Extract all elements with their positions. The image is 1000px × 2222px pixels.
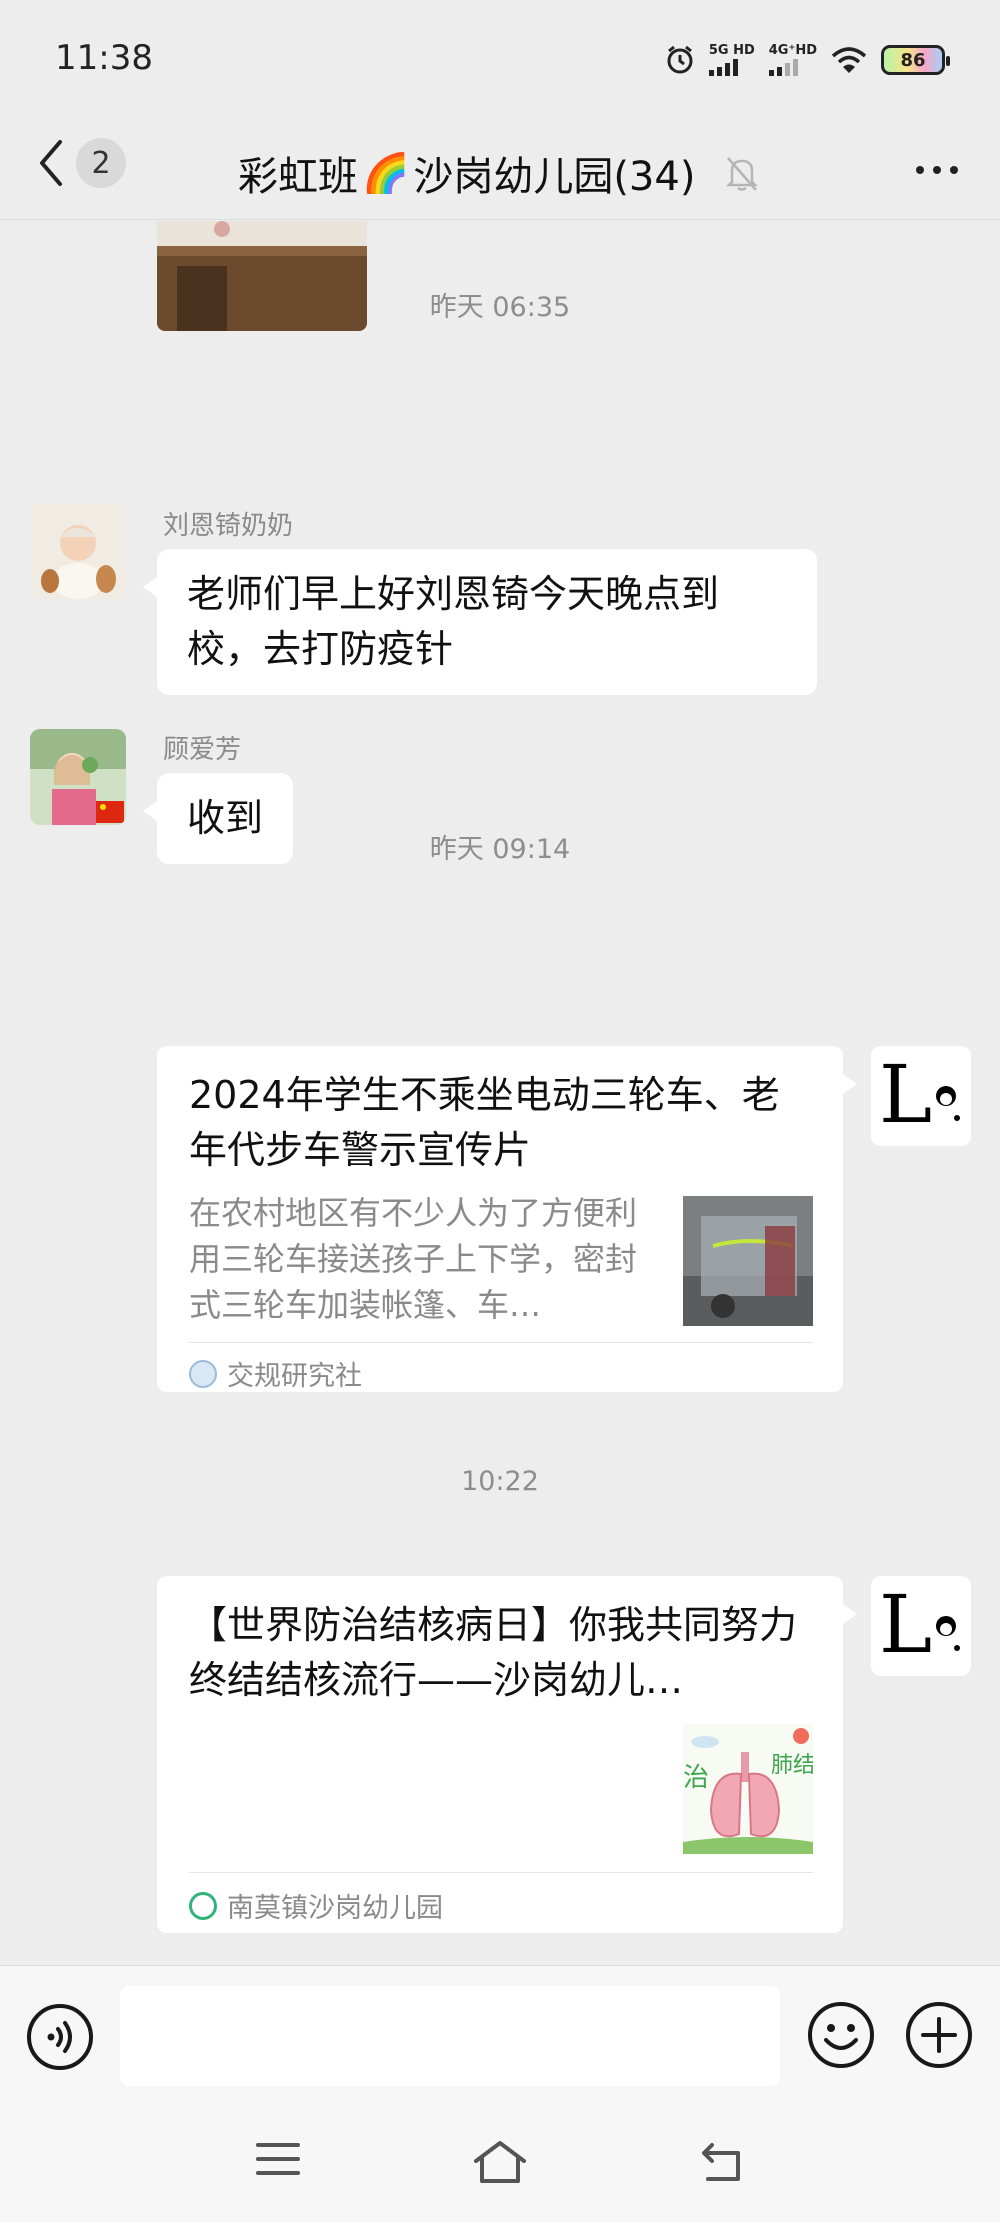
- article-title: 2024年学生不乘坐电动三轮车、老年代步车警示宣传片: [189, 1073, 780, 1172]
- rainbow-emoji: 🌈: [362, 150, 410, 195]
- more-icon[interactable]: [912, 150, 962, 190]
- message-input[interactable]: [120, 1986, 780, 2086]
- unread-count-badge: 2: [76, 138, 126, 188]
- shared-article-card[interactable]: 2024年学生不乘坐电动三轮车、老年代步车警示宣传片 在农村地区有不少人为了方便…: [157, 1046, 857, 1393]
- back-nav-icon[interactable]: [698, 2139, 746, 2183]
- article-thumbnail: 治 肺结: [683, 1724, 813, 1854]
- self-avatar[interactable]: L: [871, 1576, 971, 1676]
- girl-sticker-icon: [936, 1616, 960, 1651]
- input-bar: [0, 1965, 1000, 2105]
- message-bubble[interactable]: 老师们早上好刘恩锜今天晚点到校，去打防疫针: [143, 549, 817, 695]
- chat-title-school: 沙岗幼儿园(34): [413, 154, 696, 200]
- alarm-icon: [667, 45, 693, 74]
- status-bar: 11:38 5G HD 4G⁺HD 86: [0, 0, 1000, 120]
- back-button[interactable]: 2: [36, 138, 126, 188]
- chat-title[interactable]: 彩虹班 🌈 沙岗幼儿园(34): [238, 144, 695, 202]
- home-icon[interactable]: [472, 2139, 528, 2185]
- sim2-network-label: 4G⁺HD: [768, 43, 817, 58]
- article-description: 在农村地区有不少人为了方便利用三轮车接送孩子上下学，密封式三轮车加装帐篷、车…: [189, 1194, 638, 1324]
- chat-title-class: 彩虹班: [238, 154, 358, 200]
- emoji-icon[interactable]: [806, 2000, 876, 2070]
- battery-icon: 86: [881, 45, 950, 75]
- self-avatar-letter: L: [879, 1578, 933, 1671]
- card-divider: [189, 1342, 813, 1343]
- thumbnail-text-right: 肺结: [771, 1753, 813, 1778]
- system-navigation-bar: [0, 2105, 1000, 2222]
- timestamp-separator: 昨天 06:35: [429, 292, 571, 323]
- back-icon: [40, 140, 62, 186]
- account-logo-icon: [189, 1359, 217, 1388]
- message-list[interactable]: 昨天 06:35 刘恩锜奶奶 老师们早上好刘恩锜今天晚点到校，去打防疫针 顾爱芳…: [0, 221, 1000, 1965]
- account-logo-icon: [189, 1891, 217, 1920]
- voice-icon[interactable]: [25, 2002, 95, 2072]
- source-name: 交规研究社: [227, 1361, 362, 1392]
- menu-icon[interactable]: [255, 2139, 301, 2179]
- mute-icon: [725, 157, 759, 191]
- battery-level: 86: [900, 49, 926, 71]
- sender-name: 刘恩锜奶奶: [163, 511, 294, 541]
- chat-header: 2 彩虹班 🌈 沙岗幼儿园(34): [0, 120, 1000, 220]
- article-source: 南莫镇沙岗幼儿园: [189, 1886, 443, 1925]
- status-time: 11:38: [55, 38, 153, 78]
- avatar[interactable]: [30, 503, 126, 599]
- avatar[interactable]: [30, 729, 126, 825]
- wifi-icon: [831, 47, 867, 73]
- timestamp-separator: 昨天 09:14: [429, 834, 571, 865]
- sender-name: 顾爱芳: [163, 735, 242, 765]
- girl-sticker-icon: [936, 1086, 960, 1121]
- signal-icon-sim2: 4G⁺HD: [768, 43, 817, 76]
- self-avatar-letter: L: [879, 1048, 933, 1141]
- source-name: 南莫镇沙岗幼儿园: [227, 1893, 443, 1924]
- thumbnail-text-left: 治: [683, 1763, 709, 1793]
- timestamp-separator: 10:22: [461, 1466, 539, 1497]
- article-source: 交规研究社: [189, 1354, 362, 1393]
- article-thumbnail: [683, 1196, 813, 1326]
- sim1-network-label: 5G HD: [708, 43, 755, 58]
- article-title: 【世界防治结核病日】你我共同努力 终结结核流行——沙岗幼儿…: [189, 1603, 798, 1702]
- card-divider: [189, 1872, 813, 1873]
- self-avatar[interactable]: L: [871, 1046, 971, 1146]
- shared-article-card[interactable]: 【世界防治结核病日】你我共同努力 终结结核流行——沙岗幼儿… 治 肺结 南莫镇沙…: [157, 1576, 857, 1933]
- signal-icon: 5G HD: [708, 43, 755, 76]
- plus-icon[interactable]: [904, 2000, 974, 2070]
- status-icons: 5G HD 4G⁺HD 86: [665, 42, 950, 78]
